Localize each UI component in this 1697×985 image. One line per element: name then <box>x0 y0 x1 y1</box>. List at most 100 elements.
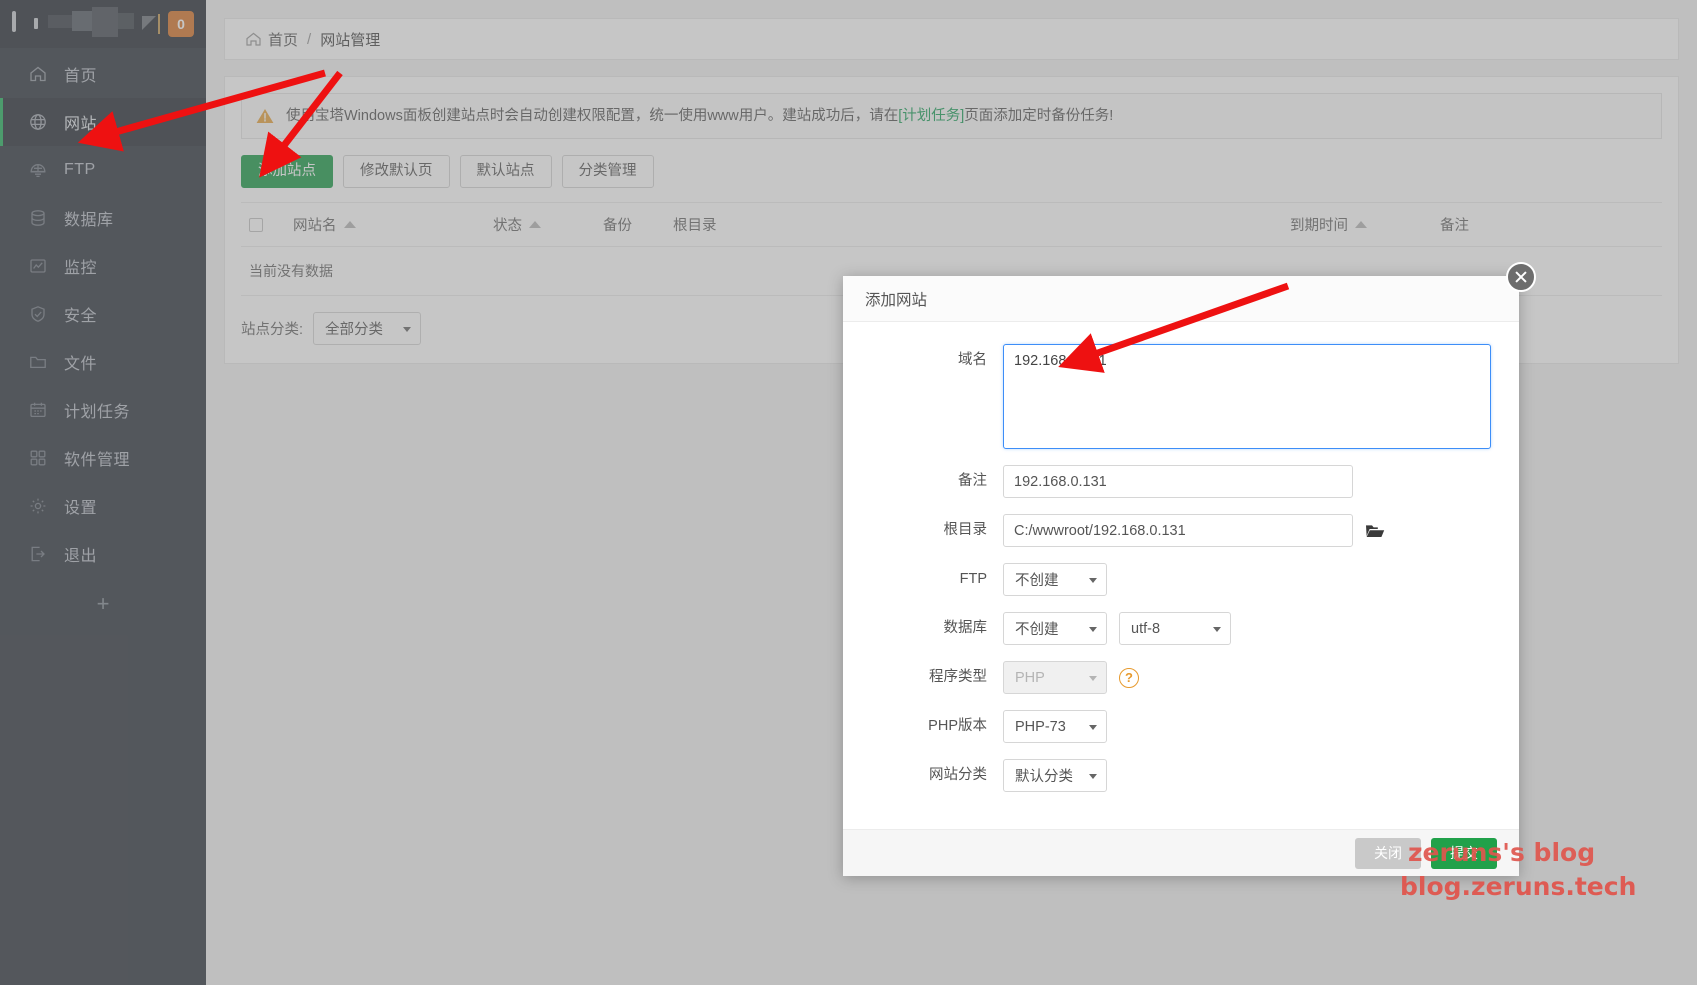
sidebar-item-label: 计划任务 <box>64 398 130 422</box>
modal-form: 域名 备注 192.168.0.131 根目录 C:/wwwroot/192.1… <box>843 322 1519 829</box>
folder-icon <box>28 352 48 372</box>
sidebar-item-label: 首页 <box>64 62 97 86</box>
column-site-name[interactable]: 网站名 <box>285 203 485 247</box>
info-banner-link[interactable]: 计划任务 <box>902 108 960 124</box>
domain-input[interactable] <box>1003 344 1491 449</box>
column-status[interactable]: 状态 <box>485 203 595 247</box>
field-site-category: 网站分类 默认分类 <box>843 759 1495 792</box>
logout-icon <box>28 544 48 564</box>
sidebar-item-settings[interactable]: 设置 <box>0 482 206 530</box>
column-label: 网站名 <box>293 214 337 235</box>
folder-open-icon[interactable] <box>1365 523 1385 539</box>
sort-asc-icon[interactable] <box>1355 221 1367 228</box>
ftp-select[interactable]: 不创建 <box>1003 563 1107 596</box>
category-manage-button[interactable]: 分类管理 <box>562 155 654 188</box>
field-database: 数据库 不创建 utf-8 <box>843 612 1495 645</box>
sidebar-item-website[interactable]: 网站 <box>0 98 206 146</box>
root-dir-value: C:/wwwroot/192.168.0.131 <box>1014 523 1186 539</box>
site-category-value: 默认分类 <box>1015 765 1073 786</box>
remark-input[interactable]: 192.168.0.131 <box>1003 465 1353 498</box>
php-version-value: PHP-73 <box>1015 719 1066 735</box>
field-ftp: FTP 不创建 <box>843 563 1495 596</box>
column-label: 根目录 <box>673 214 717 235</box>
sidebar-item-files[interactable]: 文件 <box>0 338 206 386</box>
info-banner: 使用宝塔Windows面板创建站点时会自动创建权限配置，统一使用www用户。建站… <box>241 93 1662 139</box>
close-icon[interactable] <box>1506 262 1536 292</box>
sidebar-item-label: 监控 <box>64 254 97 278</box>
sidebar-header: 0 <box>0 0 206 48</box>
breadcrumb-home[interactable]: 首页 <box>268 29 298 50</box>
sidebar-item-label: 退出 <box>64 542 97 566</box>
field-remark: 备注 192.168.0.131 <box>843 465 1495 498</box>
breadcrumb-current: 网站管理 <box>320 29 380 50</box>
info-banner-text: 使用宝塔Windows面板创建站点时会自动创建权限配置，统一使用www用户。建站… <box>286 106 1113 126</box>
sidebar-add-button[interactable]: + <box>0 580 206 628</box>
default-site-button[interactable]: 默认站点 <box>460 155 552 188</box>
column-label: 备注 <box>1440 214 1469 235</box>
database-select[interactable]: 不创建 <box>1003 612 1107 645</box>
notification-badge[interactable]: 0 <box>168 11 194 37</box>
database-icon <box>28 208 48 228</box>
sidebar-item-home[interactable]: 首页 <box>0 50 206 98</box>
sidebar-item-database[interactable]: 数据库 <box>0 194 206 242</box>
sidebar: 0 首页 网站 <box>0 0 206 985</box>
sidebar-nav: 首页 网站 <box>0 48 206 578</box>
root-dir-input[interactable]: C:/wwwroot/192.168.0.131 <box>1003 514 1353 547</box>
sidebar-item-label: 安全 <box>64 302 97 326</box>
warning-icon <box>256 108 274 124</box>
column-label: 状态 <box>493 214 522 235</box>
field-root-dir: 根目录 C:/wwwroot/192.168.0.131 <box>843 514 1495 547</box>
breadcrumb-separator: / <box>307 31 311 48</box>
modal-title-bar: 添加网站 <box>843 276 1519 322</box>
calendar-icon <box>28 400 48 420</box>
sidebar-item-logout[interactable]: 退出 <box>0 530 206 578</box>
database-value: 不创建 <box>1015 618 1059 639</box>
field-label: 网站分类 <box>843 759 1003 792</box>
sidebar-item-ftp[interactable]: FTP <box>0 146 206 194</box>
flag-icon <box>142 14 160 34</box>
field-label: FTP <box>843 563 1003 596</box>
monitor-chart-icon <box>28 256 48 276</box>
home-icon <box>28 64 48 84</box>
sidebar-item-label: 文件 <box>64 350 97 374</box>
add-website-modal: 添加网站 域名 备注 192.168.0.131 根目录 <box>843 276 1519 876</box>
chevron-down-icon <box>1089 627 1097 632</box>
column-label: 备份 <box>603 214 632 235</box>
sort-asc-icon[interactable] <box>344 221 356 228</box>
sidebar-item-software[interactable]: 软件管理 <box>0 434 206 482</box>
chevron-down-icon <box>1089 774 1097 779</box>
column-label: 到期时间 <box>1290 214 1348 235</box>
sidebar-item-label: 网站 <box>64 110 97 134</box>
grid-icon <box>28 448 48 468</box>
category-filter-select[interactable]: 全部分类 <box>313 312 421 345</box>
chevron-down-icon <box>1089 676 1097 681</box>
program-type-select: PHP <box>1003 661 1107 694</box>
sidebar-item-label: FTP <box>64 161 96 179</box>
watermark-line-2: blog.zeruns.tech <box>1400 872 1636 901</box>
select-all-checkbox[interactable] <box>249 218 263 232</box>
program-type-value: PHP <box>1015 670 1045 686</box>
field-label: 数据库 <box>843 612 1003 645</box>
database-charset-select[interactable]: utf-8 <box>1119 612 1231 645</box>
remark-value: 192.168.0.131 <box>1014 474 1107 490</box>
site-category-select[interactable]: 默认分类 <box>1003 759 1107 792</box>
watermark-line-1: zeruns's blog <box>1408 838 1595 867</box>
chevron-down-icon <box>1213 627 1221 632</box>
sidebar-item-monitor[interactable]: 监控 <box>0 242 206 290</box>
column-expire-time[interactable]: 到期时间 <box>1282 203 1432 247</box>
php-version-select[interactable]: PHP-73 <box>1003 710 1107 743</box>
monitor-icon <box>12 13 38 35</box>
sidebar-item-cron[interactable]: 计划任务 <box>0 386 206 434</box>
modal-title: 添加网站 <box>865 288 927 310</box>
sidebar-item-security[interactable]: 安全 <box>0 290 206 338</box>
chevron-down-icon <box>403 327 411 332</box>
add-site-button[interactable]: 添加站点 <box>241 155 333 188</box>
sort-asc-icon[interactable] <box>529 221 541 228</box>
edit-default-page-button[interactable]: 修改默认页 <box>343 155 450 188</box>
breadcrumb: 首页 / 网站管理 <box>224 18 1679 60</box>
question-icon[interactable]: ? <box>1119 668 1139 688</box>
category-filter-label: 站点分类: <box>241 318 303 339</box>
info-banner-text-after: 页面添加定时备份任务! <box>964 108 1113 124</box>
toolbar: 添加站点 修改默认页 默认站点 分类管理 <box>241 155 1662 188</box>
field-domain: 域名 <box>843 344 1495 449</box>
